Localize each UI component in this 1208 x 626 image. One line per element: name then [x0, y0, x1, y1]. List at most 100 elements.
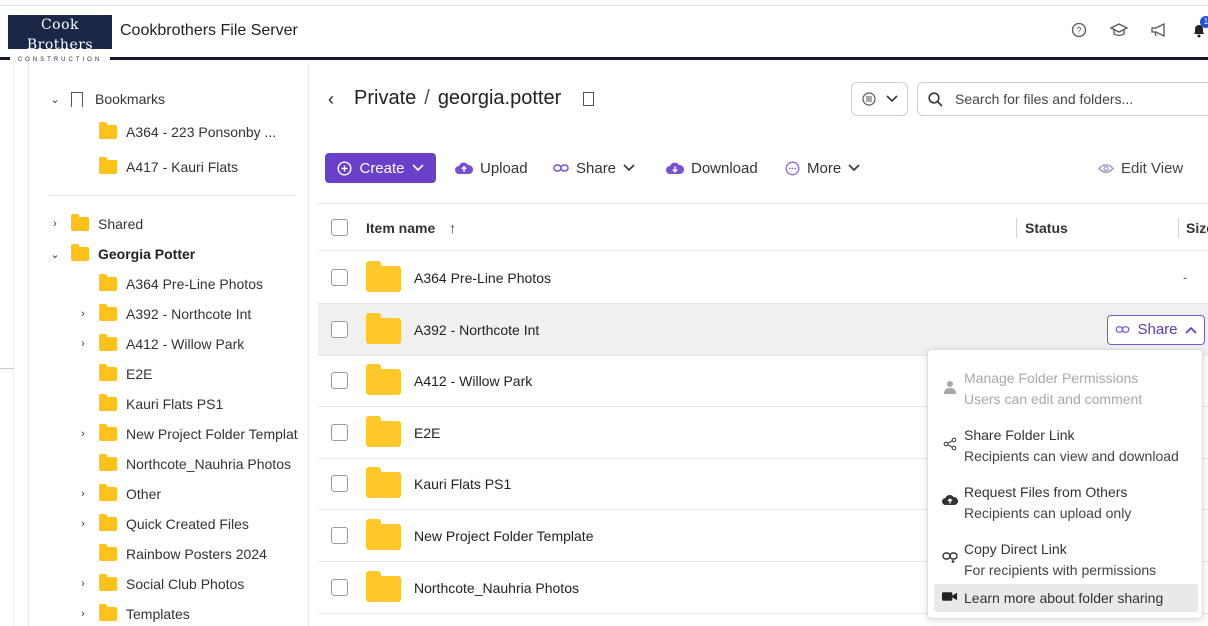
share-dropdown-menu: Manage Folder Permissions Users can edit… [927, 349, 1203, 619]
chevron-right-icon[interactable]: › [77, 308, 89, 320]
breadcrumb-root[interactable]: Private [354, 87, 416, 109]
sidebar-folder-item[interactable]: Rainbow Posters 2024 [77, 542, 267, 566]
menu-item-copy-direct-link[interactable]: Copy Direct Link For recipients with per… [928, 529, 1204, 583]
row-checkbox[interactable] [331, 320, 348, 338]
more-icon [785, 161, 800, 175]
download-button[interactable]: Download [666, 153, 758, 183]
chevron-up-icon [1184, 326, 1197, 334]
item-name[interactable]: A364 Pre-Line Photos [414, 270, 551, 286]
item-name[interactable]: Kauri Flats PS1 [414, 476, 511, 492]
sidebar-item-label: New Project Folder Templat [126, 426, 298, 442]
folder-icon [366, 570, 401, 602]
menu-item-title: Request Files from Others [964, 484, 1128, 500]
item-name[interactable]: Northcote_Nauhria Photos [414, 580, 579, 596]
row-checkbox[interactable] [331, 475, 348, 493]
share-label: Share [576, 159, 617, 177]
sidebar-folder-item[interactable]: › A412 - Willow Park [77, 332, 244, 356]
row-checkbox[interactable] [331, 269, 348, 286]
learn-more-label: Learn more about folder sharing [964, 590, 1164, 606]
sidebar-folder-item[interactable]: E2E [77, 362, 152, 386]
row-checkbox[interactable] [331, 578, 348, 596]
view-selector[interactable] [851, 82, 908, 116]
search-input[interactable] [955, 91, 1205, 107]
sidebar-item-label: Georgia Potter [98, 246, 196, 262]
row-checkbox[interactable] [331, 372, 348, 390]
menu-item-subtitle: Recipients can view and download [964, 448, 1179, 464]
sidebar-item-label: Other [126, 486, 162, 502]
bookmark-icon [71, 91, 83, 107]
table-row[interactable]: A364 Pre-Line Photos - [318, 252, 1208, 304]
more-button[interactable]: More [785, 153, 860, 183]
column-separator[interactable] [1016, 218, 1017, 238]
folder-icon [366, 467, 401, 499]
folder-icon [71, 214, 89, 231]
folder-icon [99, 574, 117, 591]
help-icon[interactable]: ? [1070, 22, 1088, 40]
row-share-button[interactable]: Share [1107, 314, 1205, 345]
edit-view-button[interactable]: Edit View [1098, 153, 1183, 183]
chevron-right-icon[interactable]: › [77, 578, 89, 590]
select-all-checkbox[interactable] [331, 219, 348, 236]
megaphone-icon[interactable] [1150, 22, 1168, 40]
back-chevron-icon[interactable]: ‹ [328, 89, 334, 110]
sidebar-item-label: Kauri Flats PS1 [126, 396, 224, 412]
bell-icon[interactable]: 1 [1190, 16, 1208, 40]
bookmark-item[interactable]: A417 - Kauri Flats [99, 155, 238, 179]
menu-item-request-files[interactable]: Request Files from Others Recipients can… [928, 472, 1204, 526]
item-name[interactable]: New Project Folder Template [414, 528, 593, 544]
menu-item-manage-permissions[interactable]: Manage Folder Permissions Users can edit… [928, 358, 1204, 412]
row-checkbox[interactable] [331, 423, 348, 441]
folder-icon [99, 604, 117, 621]
graduation-cap-icon[interactable] [1109, 22, 1129, 40]
chevron-down-icon[interactable]: ⌄ [49, 248, 61, 261]
column-header-name[interactable]: Item name ↑ [366, 220, 456, 236]
sidebar-folder-item[interactable]: › Quick Created Files [77, 512, 249, 536]
sidebar-folder-item[interactable]: › Social Club Photos [77, 572, 244, 596]
folder-icon [99, 454, 117, 471]
chevron-right-icon[interactable]: › [77, 338, 89, 350]
chevron-down-icon [411, 164, 424, 172]
bookmarks-section-header[interactable]: ⌄ Bookmarks [49, 87, 165, 111]
menu-item-title: Copy Direct Link [964, 541, 1067, 557]
menu-item-share-folder-link[interactable]: Share Folder Link Recipients can view an… [928, 415, 1204, 469]
item-name[interactable]: E2E [414, 425, 440, 441]
column-header-size[interactable]: Size [1186, 220, 1208, 236]
search-box[interactable] [917, 82, 1208, 116]
sidebar-folder-item[interactable]: › New Project Folder Templat [77, 422, 298, 446]
menu-item-title: Manage Folder Permissions [964, 370, 1139, 386]
sidebar-folder-item[interactable]: › Other [77, 482, 161, 506]
chevron-right-icon[interactable]: › [77, 608, 89, 620]
menu-item-title: Share Folder Link [964, 427, 1075, 443]
bookmark-item[interactable]: A364 - 223 Ponsonby ... [99, 120, 276, 144]
column-header-status[interactable]: Status [1025, 220, 1068, 236]
menu-item-learn-more[interactable]: Learn more about folder sharing [934, 584, 1198, 612]
chevron-down-icon [885, 95, 898, 103]
folder-tree-sidebar: ⌄ Bookmarks A364 - 223 Ponsonby ... A417… [28, 63, 309, 626]
chevron-right-icon[interactable]: › [49, 218, 61, 230]
chevron-right-icon[interactable]: › [77, 428, 89, 440]
sidebar-item-label: Northcote_Nauhria Photos [126, 456, 291, 472]
sidebar-folder-item[interactable]: Northcote_Nauhria Photos [77, 452, 291, 476]
share-button[interactable]: Share [553, 153, 635, 183]
app-title: Cookbrothers File Server [120, 22, 298, 39]
item-name[interactable]: A412 - Willow Park [414, 373, 532, 389]
chevron-down-icon[interactable]: ⌄ [49, 93, 61, 106]
sidebar-item-shared[interactable]: › Shared [49, 212, 143, 236]
company-logo[interactable]: Cook Brothers CONSTRUCTION [8, 15, 112, 65]
create-button[interactable]: Create [325, 153, 436, 183]
sidebar-folder-item[interactable]: › Templates [77, 602, 190, 626]
upload-button[interactable]: Upload [455, 153, 528, 183]
chevron-right-icon[interactable]: › [77, 518, 89, 530]
column-separator[interactable] [1178, 218, 1179, 238]
chevron-right-icon[interactable]: › [77, 488, 89, 500]
table-row[interactable]: A392 - Northcote Int Share [318, 303, 1208, 356]
row-checkbox[interactable] [331, 527, 348, 544]
sidebar-folder-item[interactable]: Kauri Flats PS1 [77, 392, 223, 416]
sort-ascending-icon[interactable]: ↑ [449, 220, 456, 236]
sidebar-item-georgia-potter[interactable]: ⌄ Georgia Potter [49, 242, 195, 266]
bookmark-icon[interactable] [582, 91, 594, 106]
sidebar-folder-item[interactable]: A364 Pre-Line Photos [77, 272, 263, 296]
item-name[interactable]: A392 - Northcote Int [414, 322, 539, 338]
folder-icon [366, 364, 401, 396]
sidebar-folder-item[interactable]: › A392 - Northcote Int [77, 302, 251, 326]
